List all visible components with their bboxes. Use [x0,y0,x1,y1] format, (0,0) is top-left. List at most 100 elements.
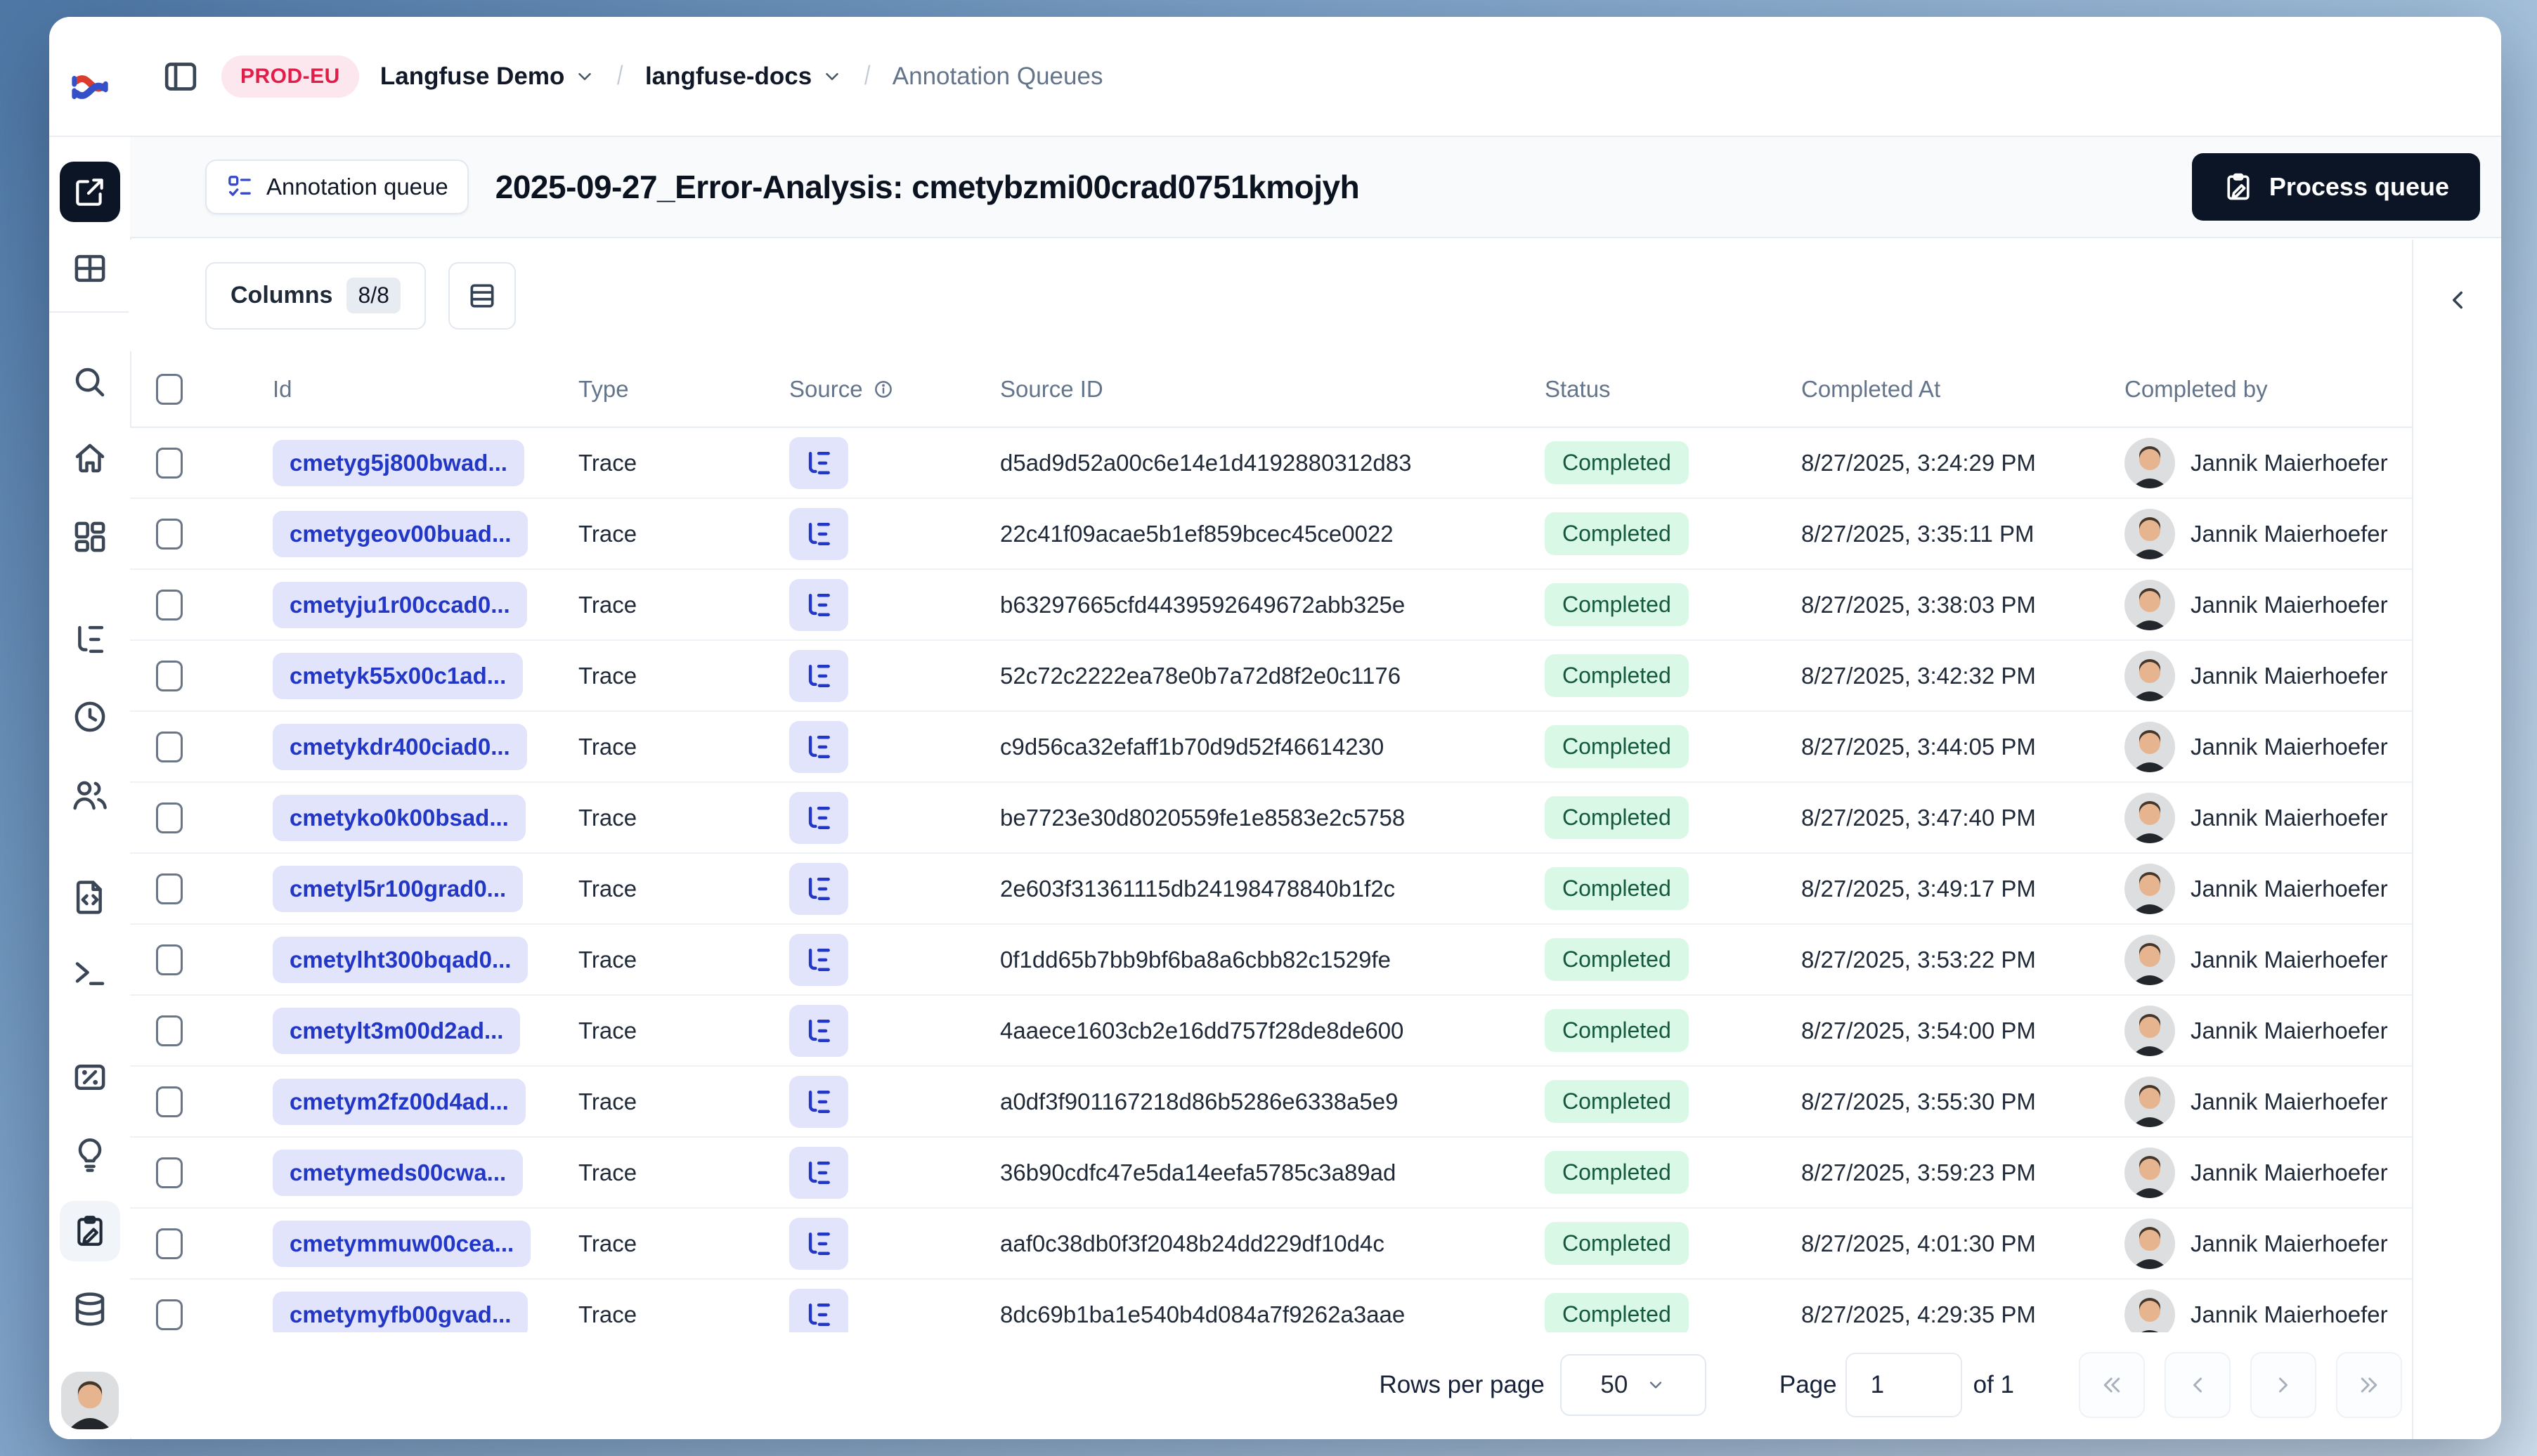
grid-view-icon[interactable] [71,249,109,287]
trace-source-icon[interactable] [789,862,848,915]
table-row[interactable]: cmetylt3m00d2ad... Trace 4aaece1603cb2e16d… [130,996,2412,1067]
chevron-left-icon [2193,1377,2202,1393]
user-name: Jannik Maierhoefer [2191,733,2388,760]
last-page-button[interactable] [2336,1352,2402,1418]
trace-source-icon[interactable] [789,1146,848,1199]
row-id-link[interactable]: cmetyl5r100grad0... [273,865,524,912]
columns-button[interactable]: Columns 8/8 [205,261,426,330]
row-checkbox[interactable] [156,802,183,833]
row-checkbox[interactable] [156,873,183,904]
row-source-id: c9d56ca32efaff1b70d9d52f46614230 [1000,733,1384,760]
table-row[interactable]: cmetym2fz00d4ad... Trace a0df3f901167218d8… [130,1067,2412,1138]
first-page-button[interactable] [2079,1352,2145,1418]
table-row[interactable]: cmetykdr400ciad0... Trace c9d56ca32efaff1b… [130,712,2412,783]
row-id-link[interactable]: cmetym2fz00d4ad... [273,1078,526,1125]
next-page-button[interactable] [2250,1352,2316,1418]
table-row[interactable]: cmetyko0k00bsad... Trace be7723e30d8020559… [130,783,2412,854]
row-id-link[interactable]: cmetymeds00cwa... [273,1149,524,1196]
row-id-link[interactable]: cmetyk55x00c1ad... [273,652,524,699]
trace-source-icon[interactable] [789,1004,848,1057]
trace-source-icon[interactable] [789,436,848,489]
expand-panel-button[interactable] [2435,285,2480,330]
table-row[interactable]: cmetygeov00buad... Trace 22c41f09acae5b1ef… [130,499,2412,570]
row-id-link[interactable]: cmetygeov00buad... [273,510,528,557]
project-selector[interactable]: langfuse-docs [645,63,843,91]
row-checkbox[interactable] [156,1157,183,1188]
table-row[interactable]: cmetymmuw00cea... Trace aaf0c38db0f3f2048b… [130,1209,2412,1280]
sidebar-toggle-icon[interactable] [161,57,200,96]
row-checkbox[interactable] [156,1086,183,1117]
trace-source-icon[interactable] [789,578,848,631]
search-icon[interactable] [71,363,109,401]
table-row[interactable]: cmetyl5r100grad0... Trace 2e603f31361115db… [130,854,2412,925]
org-selector[interactable]: Langfuse Demo [380,63,596,91]
dashboards-icon[interactable] [71,518,109,556]
row-source-id: 52c72c2222ea78e0b7a72d8f2e0c1176 [1000,662,1401,689]
info-icon[interactable] [873,379,894,400]
row-source-id: 22c41f09acae5b1ef859bcec45ce0022 [1000,520,1394,547]
open-in-new-button[interactable] [59,162,120,222]
prompts-file-icon[interactable] [71,878,109,916]
row-id-link[interactable]: cmetymyfb00gvad... [273,1291,528,1338]
datasets-database-icon[interactable] [71,1290,109,1328]
status-badge: Completed [1545,1222,1689,1265]
row-type: Trace [578,804,637,831]
row-checkbox[interactable] [156,518,183,550]
page-number-input[interactable] [1845,1353,1962,1417]
row-checkbox[interactable] [156,660,183,691]
row-id-link[interactable]: cmetyko0k00bsad... [273,794,526,841]
status-badge: Completed [1545,583,1689,626]
insights-lightbulb-icon[interactable] [71,1136,109,1174]
chevron-down-icon [578,72,592,80]
row-checkbox[interactable] [156,589,183,620]
user-avatar [2124,721,2175,772]
row-height-button[interactable] [448,261,516,330]
page-label: Page [1779,1371,1837,1398]
row-id-link[interactable]: cmetyju1r00ccad0... [273,581,527,628]
trace-source-icon[interactable] [789,933,848,986]
table-footer: Rows per page 50 Page of 1 [130,1332,2412,1438]
annotation-queue-badge[interactable]: Annotation queue [205,160,469,214]
status-badge: Completed [1545,796,1689,839]
tracing-icon[interactable] [71,620,109,658]
previous-page-button[interactable] [2165,1352,2231,1418]
checklist-icon [228,176,251,196]
user-menu-avatar[interactable] [60,1372,119,1429]
trace-source-icon[interactable] [789,1075,848,1128]
home-icon[interactable] [71,439,109,477]
rows-per-page-select[interactable]: 50 [1559,1354,1706,1416]
table-row[interactable]: cmetyg5j800bwad... Trace d5ad9d52a00c6e14e… [130,428,2412,499]
table-row[interactable]: cmetymeds00cwa... Trace 36b90cdfc47e5da14e… [130,1138,2412,1209]
row-id-link[interactable]: cmetylt3m00d2ad... [273,1007,521,1054]
row-checkbox[interactable] [156,1228,183,1259]
page-title: 2025-09-27_Error-Analysis: cmetybzmi00cr… [495,169,1360,205]
user-name: Jannik Maierhoefer [2191,662,2388,689]
table-row[interactable]: cmetyk55x00c1ad... Trace 52c72c2222ea78e0b… [130,641,2412,712]
trace-source-icon[interactable] [789,649,848,702]
trace-source-icon[interactable] [789,507,848,560]
users-icon[interactable] [71,776,109,814]
row-id-link[interactable]: cmetylht300bqad0... [273,936,528,983]
row-checkbox[interactable] [156,944,183,975]
row-id-link[interactable]: cmetymmuw00cea... [273,1220,531,1267]
row-checkbox[interactable] [156,1299,183,1330]
evaluators-icon[interactable] [71,1058,109,1096]
table-row[interactable]: cmetylht300bqad0... Trace 0f1dd65b7bb9bf6b… [130,925,2412,996]
annotation-queues-icon[interactable] [59,1201,120,1261]
user-avatar [2124,437,2175,488]
row-completed-at: 8/27/2025, 3:35:11 PM [1801,520,2035,547]
sessions-clock-icon[interactable] [71,698,109,736]
playground-terminal-icon[interactable] [71,954,109,992]
trace-source-icon[interactable] [789,720,848,773]
row-checkbox[interactable] [156,1015,183,1046]
trace-source-icon[interactable] [789,1217,848,1270]
select-all-checkbox[interactable] [156,373,183,405]
table-row[interactable]: cmetyju1r00ccad0... Trace b63297665cfd4439… [130,570,2412,641]
row-id-link[interactable]: cmetyg5j800bwad... [273,439,524,486]
row-id-link[interactable]: cmetykdr400ciad0... [273,723,527,770]
trace-source-icon[interactable] [789,791,848,844]
row-checkbox[interactable] [156,731,183,762]
langfuse-logo-icon[interactable] [68,66,112,110]
row-checkbox[interactable] [156,447,183,479]
process-queue-button[interactable]: Process queue [2191,153,2480,221]
